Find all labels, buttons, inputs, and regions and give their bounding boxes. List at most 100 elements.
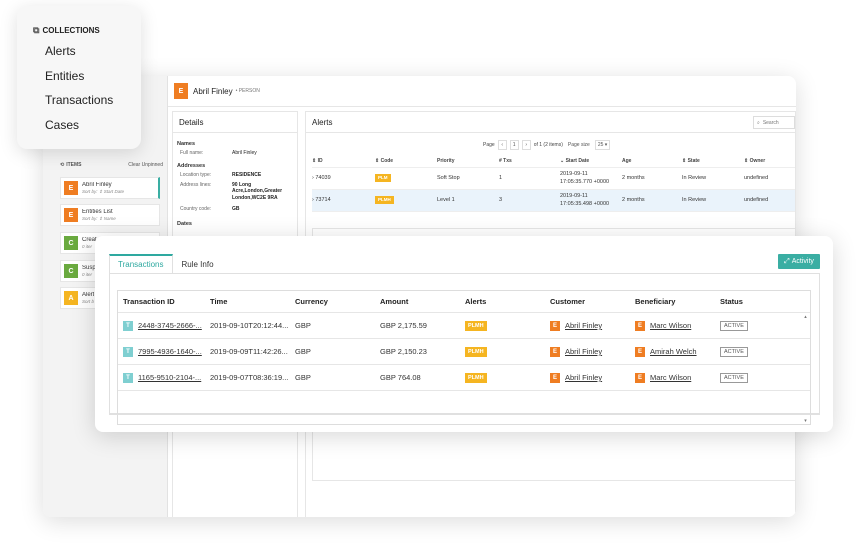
country-code-key: Country code: [180,205,212,212]
tab-bar: Transactions Rule Info [109,254,223,274]
alert-age: 2 months [622,174,645,181]
transaction-id-link[interactable]: 1165-9510-2104-... [138,373,201,382]
next-page-button[interactable]: › [521,139,531,150]
entity-type: • PERSON [235,88,260,94]
names-section-label: Names [177,141,196,147]
customer-link[interactable]: Abril Finley [565,347,602,356]
col-priority[interactable]: Priority [437,158,499,165]
tab-transactions[interactable]: Transactions [109,254,173,274]
alert-badge: A [64,291,78,305]
alert-txs: 1 [499,174,503,181]
transactions-card: Transactions Rule Info ⤢ Activity Transa… [95,236,833,432]
full-name-value: Abril Finley [232,150,257,156]
col-currency[interactable]: Currency [295,297,380,306]
collection-entities[interactable]: Entities [45,69,84,83]
details-title: Details [173,112,297,133]
session-item[interactable]: E Abril Finley Sort by: ⇕ Start Date [60,177,160,199]
beneficiary-link[interactable]: Amirah Welch [650,347,697,356]
customer-link[interactable]: Abril Finley [565,321,602,330]
table-row[interactable]: › 73714 PLMH Level 1 3 2019-09-11 17:05:3… [312,190,795,212]
session-title: Alert [82,291,95,298]
entity-badge: E [550,372,560,383]
tab-rule-info[interactable]: Rule Info [173,254,223,274]
items-label: ⟲ ITEMS [60,162,82,168]
table-row[interactable]: › 74039 PLM Soft Stop 1 2019-09-11 17:05:… [312,168,795,190]
status-badge: ACTIVE [720,372,748,383]
entity-header: E Abril Finley • PERSON [168,76,796,107]
col-amount[interactable]: Amount [380,297,465,306]
col-time[interactable]: Time [210,297,295,306]
col-start-date[interactable]: ⌄ Start Date [560,158,622,165]
col-transaction-id[interactable]: Transaction ID [118,297,210,306]
tx-amount: GBP 2,175.59 [380,321,427,330]
col-status[interactable]: Status [720,297,800,306]
scroll-down-icon[interactable]: ▾ [804,418,807,424]
alerts-title: Alerts [312,117,333,127]
transaction-badge: T [123,320,133,331]
page-input[interactable]: 1 [509,139,519,150]
tx-currency: GBP [295,321,311,330]
alert-start-date: 2019-09-11 [560,193,588,200]
col-age[interactable]: Age [622,158,682,165]
alert-code: PLM [375,174,391,183]
col-customer[interactable]: Customer [550,297,635,306]
session-sort: Sort b [82,298,95,304]
status-badge: ACTIVE [720,346,748,357]
col-code[interactable]: ⇕ Code [375,158,437,165]
transaction-id-link[interactable]: 2448-3745-2666-... [138,321,202,330]
page-size-label: Page size [567,141,590,148]
entity-badge: E [635,320,645,331]
status-badge: ACTIVE [720,320,748,331]
history-icon: ⟲ [60,162,65,168]
collections-title: ⧉ COLLECTIONS [33,25,100,35]
dates-section-label: Dates [177,220,192,227]
beneficiary-link[interactable]: Marc Wilson [650,321,691,330]
collections-icon: ⧉ [33,25,40,35]
alert-state: In Review [682,196,707,203]
col-state[interactable]: ⇕ State [682,158,744,165]
search-icon: ⌕ [757,119,760,126]
page-size-select[interactable]: 25 ▾ [594,139,611,150]
customer-link[interactable]: Abril Finley [565,373,602,382]
search-input[interactable]: ⌕ Search [753,116,795,129]
alert-code-tag: PLMH [465,346,487,357]
collection-alerts[interactable]: Alerts [45,44,76,58]
session-title: Entities List [82,208,113,215]
transaction-id-link[interactable]: 7995-4936-1640-... [138,347,202,356]
table-row[interactable]: T 7995-4936-1640-... 2019-09-09T11:42:26.… [118,339,810,365]
session-sort: Sort by: ⇕ Start Date [82,188,125,194]
col-id[interactable]: ⇕ ID [312,158,375,165]
col-owner[interactable]: ⇕ Owner [744,158,794,165]
entity-badge: E [550,346,560,357]
expand-arrows-icon: ⤢ [784,257,790,265]
collection-cases[interactable]: Cases [45,118,79,132]
activity-button[interactable]: ⤢ Activity [778,254,820,269]
address-lines-key: Address lines: [180,181,212,188]
alert-age: 2 months [622,196,645,203]
addresses-section-label: Addresses [177,162,206,169]
alert-id: 73714 [315,196,331,203]
pager: Page ‹ 1 › of 1 (2 items) Page size 25 ▾ [483,139,611,150]
col-beneficiary[interactable]: Beneficiary [635,297,720,306]
scrollbar[interactable]: ▴ ▾ [802,314,809,424]
entity-badge: E [64,181,78,195]
address-lines-value: 90 Long Acre,London,Greater London,WC2E … [232,181,283,202]
collections-menu: ⧉ COLLECTIONS Alerts Entities Transactio… [17,6,141,149]
prev-page-button[interactable]: ‹ [497,139,507,150]
collection-transactions[interactable]: Transactions [45,93,113,107]
col-txs[interactable]: # Txs [499,158,560,165]
beneficiary-link[interactable]: Marc Wilson [650,373,691,382]
session-item[interactable]: E Entities List Sort by: ⇕ Name [60,204,160,226]
table-row[interactable]: T 1165-9510-2104-... 2019-09-07T08:36:19.… [118,365,810,391]
clear-unpinned-button[interactable]: Clear Unpinned [128,162,163,168]
frame-bottom [109,414,820,415]
alert-start-date: 2019-09-11 [560,171,588,178]
transaction-badge: T [123,372,133,383]
scroll-up-icon[interactable]: ▴ [804,314,807,320]
alert-owner: undefined [744,196,769,203]
session-sort: 0 iter [82,271,93,277]
table-header: Transaction ID Time Currency Amount Aler… [118,291,810,313]
col-alerts[interactable]: Alerts [465,297,550,306]
table-row[interactable]: T 2448-3745-2666-... 2019-09-10T20:12:44.… [118,313,810,339]
alert-start-time: 17:05:35.498 +0000 [560,200,610,207]
